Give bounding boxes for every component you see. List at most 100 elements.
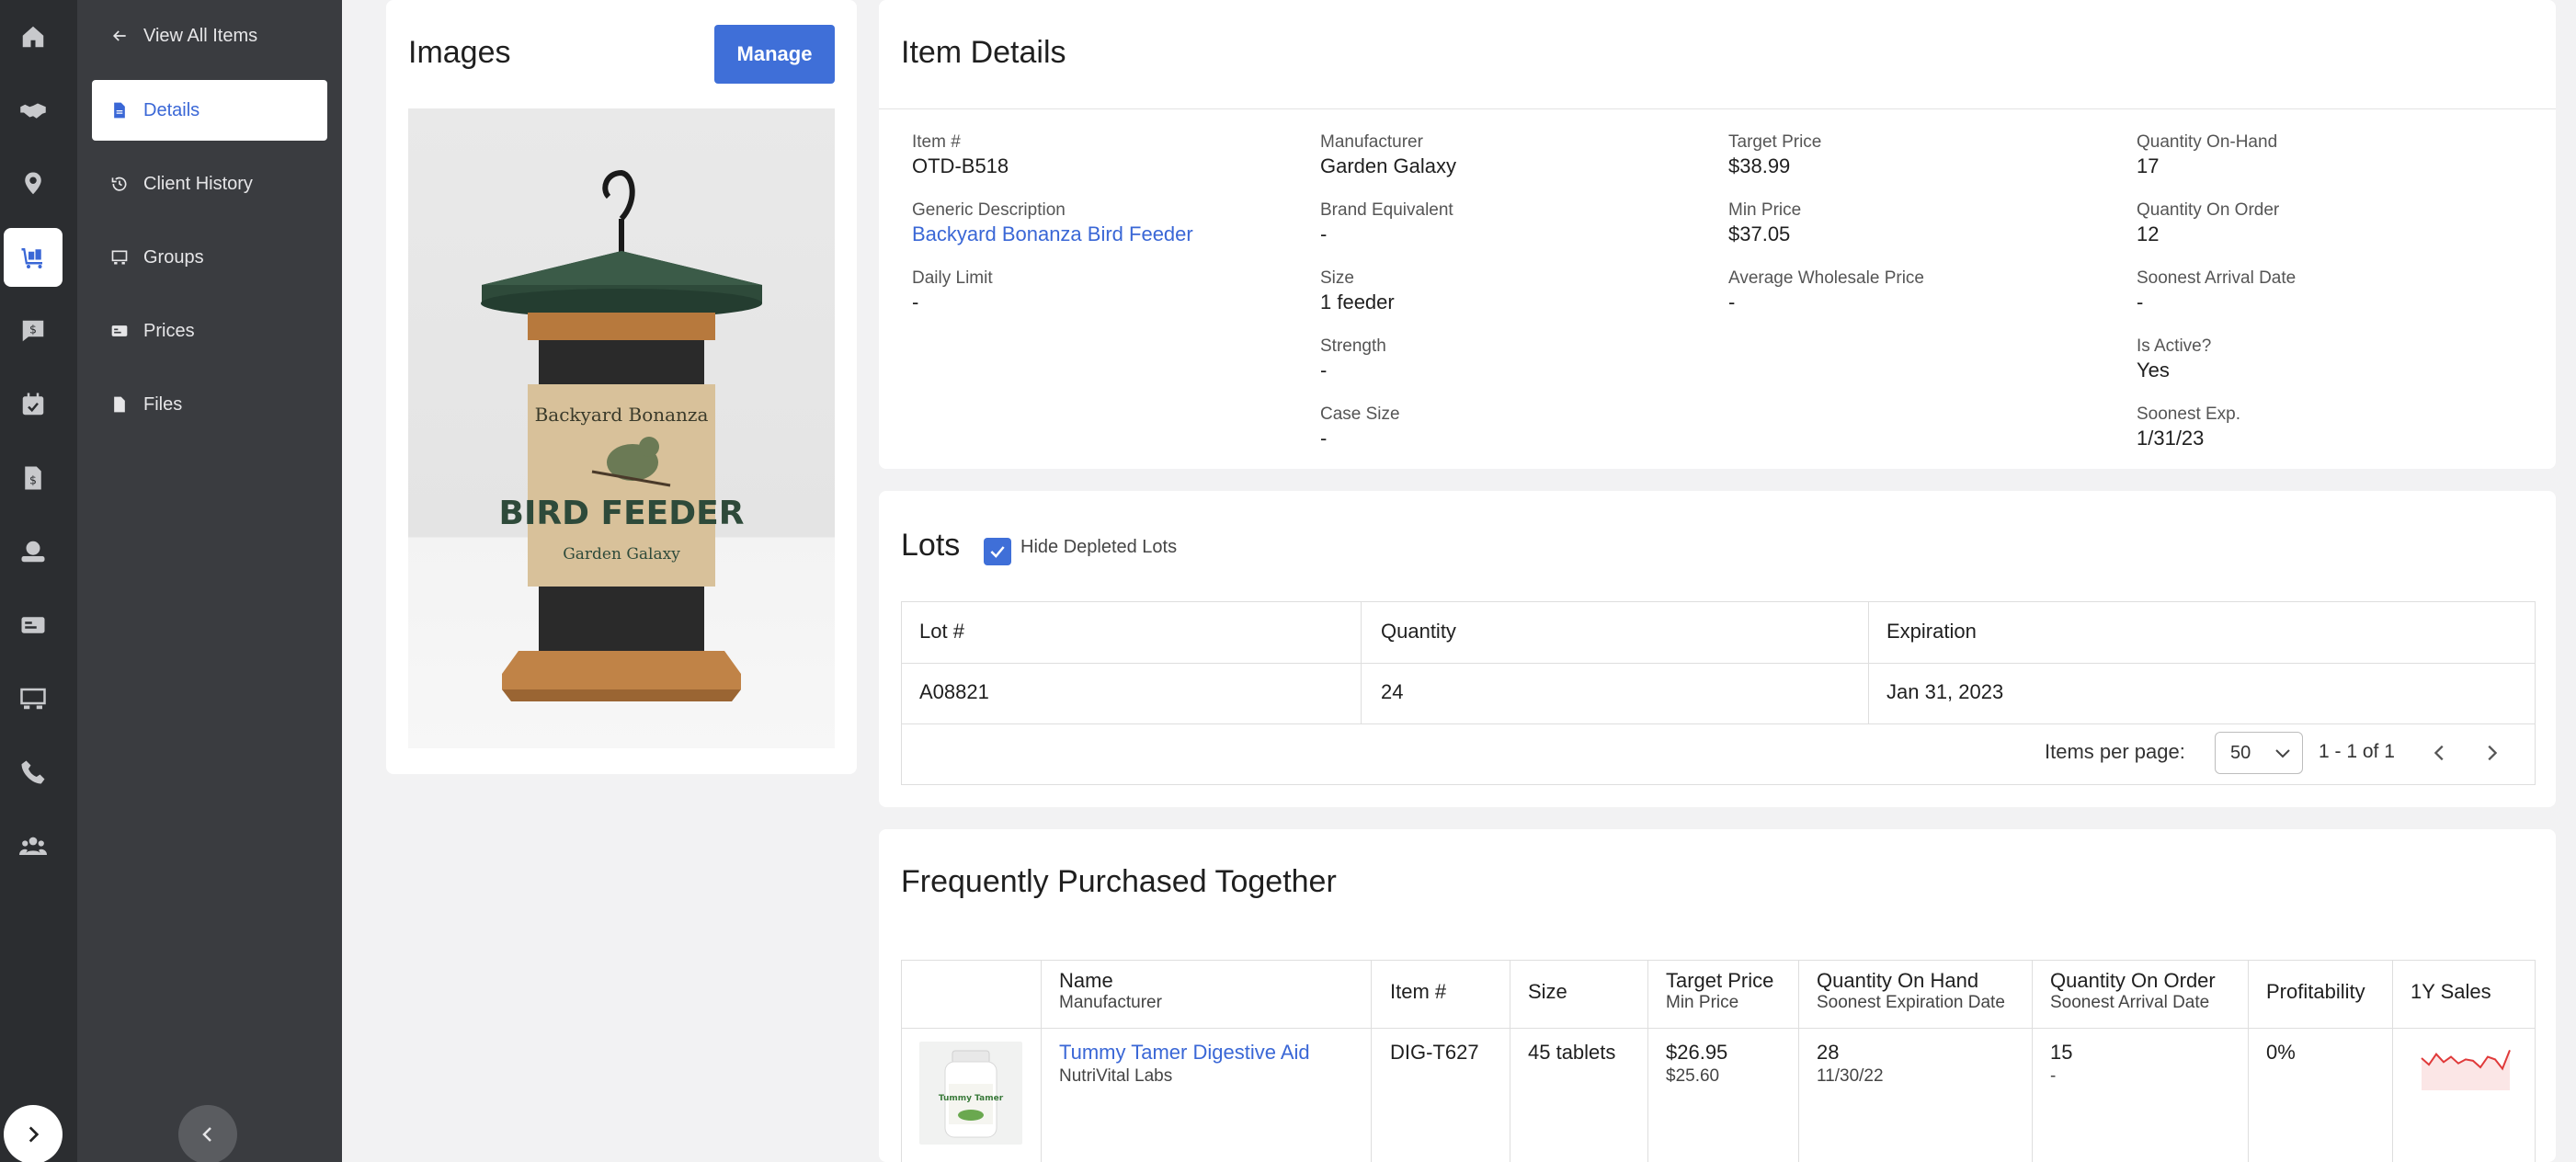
soonest-arrival-date-value: - [2137,290,2144,313]
subnav-item-client-history[interactable]: Client History [92,154,327,214]
size-header[interactable]: Size [1528,980,1567,1004]
soonest-arrival-subheader: Soonest Arrival Date [2050,993,2210,1012]
inventory-cart-icon[interactable] [4,228,63,287]
location-pin-icon[interactable] [4,154,63,213]
view-all-items-link[interactable]: View All Items [92,6,327,66]
home-icon[interactable] [4,7,63,66]
product-name-link[interactable]: Tummy Tamer Digestive Aid [1059,1041,1310,1065]
hide-depleted-lots-checkbox[interactable] [984,538,1011,565]
manufacturer-label: Manufacturer [1320,132,1423,152]
product-manufacturer: NutriVital Labs [1059,1066,1173,1086]
people-icon[interactable] [4,816,63,875]
items-per-page-value: 50 [2230,742,2251,763]
manage-images-button[interactable]: Manage [714,25,835,84]
divider [1041,960,1042,1162]
groups-icon [110,248,143,267]
size-value: 1 feeder [1320,290,1395,313]
manufacturer-subheader: Manufacturer [1059,993,1162,1012]
product-label-main: BIRD FEEDER [499,495,745,532]
lots-card: Lots Hide Depleted Lots Lot # Quantity E… [879,491,2556,807]
item-number-header[interactable]: Item # [1390,980,1446,1004]
sales-1y-header[interactable]: 1Y Sales [2411,980,2491,1004]
collapse-subnav-button[interactable] [178,1105,237,1162]
quantity-header[interactable]: Quantity [1381,620,1456,644]
quantity-on-hand-header[interactable]: Quantity On Hand [1817,969,1978,993]
pagination-range: 1 - 1 of 1 [2319,741,2395,762]
lots-title: Lots [901,528,961,563]
expand-nav-button[interactable] [4,1105,63,1162]
handshake-icon[interactable] [4,81,63,140]
size-label: Size [1320,268,1354,288]
case-size-value: - [1320,427,1328,450]
expiration-header[interactable]: Expiration [1886,620,1977,644]
next-page-button[interactable] [2475,736,2508,769]
card-icon[interactable] [4,596,63,655]
soonest-exp-label: Soonest Exp. [2137,404,2241,424]
history-icon [110,175,143,193]
average-wholesale-price-value: - [1728,290,1736,313]
items-per-page-select[interactable]: 50 [2215,732,2303,774]
subnav-item-groups[interactable]: Groups [92,227,327,288]
subnav-item-details[interactable]: Details [92,80,327,141]
generic-description-label: Generic Description [912,200,1066,220]
generic-description-link[interactable]: Backyard Bonanza Bird Feeder [912,222,1193,246]
divider [1647,960,1648,1162]
subnav-item-label: Details [143,99,200,120]
item-details-title: Item Details [901,35,1066,70]
brand-equivalent-label: Brand Equivalent [1320,200,1453,220]
svg-text:$: $ [29,323,37,336]
file-icon [110,395,143,414]
divider [1868,601,1869,724]
price-tag-icon [110,322,143,340]
strength-label: Strength [1320,336,1386,356]
product-thumbnail[interactable]: Tummy Tamer [919,1042,1022,1145]
min-price-subheader: Min Price [1666,993,1739,1012]
item-number-value: OTD-B518 [912,154,1009,177]
icon-rail: $ $ [0,0,77,1162]
subnav-item-label: Client History [143,173,253,194]
soonest-exp-value: 1/31/23 [2137,427,2205,450]
quantity-on-order-label: Quantity On Order [2137,200,2280,220]
images-title: Images [408,35,511,70]
chevron-left-icon [202,1127,211,1142]
calendar-check-icon[interactable] [4,375,63,434]
subnav-item-label: Groups [143,246,204,268]
divider [1371,960,1372,1162]
manufacturer-value: Garden Galaxy [1320,154,1456,177]
chat-money-icon[interactable]: $ [4,302,63,360]
lot-number-header[interactable]: Lot # [919,620,964,644]
target-price-label: Target Price [1728,132,1822,152]
divider [901,723,2536,724]
checkmark-icon [990,546,1005,558]
document-icon [110,101,143,120]
chevron-left-icon [2434,745,2444,761]
svg-text:$: $ [29,473,37,486]
chevron-right-icon [28,1126,40,1143]
profitability-header[interactable]: Profitability [2266,980,2365,1004]
subnav-item-files[interactable]: Files [92,374,327,435]
thumbnail-label: Tummy Tamer [939,1094,1004,1103]
product-soonest-arrival: - [2050,1066,2057,1086]
divider [2392,960,2393,1162]
divider [2248,960,2249,1162]
target-price-header[interactable]: Target Price [1666,969,1773,993]
quantity-on-order-header[interactable]: Quantity On Order [2050,969,2216,993]
name-header[interactable]: Name [1059,969,1113,993]
divider [879,108,2556,109]
product-label-top: Backyard Bonanza [535,404,709,426]
expiration-cell: Jan 31, 2023 [1886,680,2004,703]
quantity-cell: 24 [1381,680,1404,703]
divider [2032,960,2033,1162]
sales-sparkline [2421,1049,2511,1090]
divider [901,1028,2536,1029]
invoice-icon[interactable]: $ [4,449,63,507]
strength-value: - [1320,359,1328,382]
previous-page-button[interactable] [2423,736,2456,769]
subnav-item-prices[interactable]: Prices [92,301,327,361]
item-number-label: Item # [912,132,961,152]
soonest-expiration-subheader: Soonest Expiration Date [1817,993,2005,1012]
phone-icon[interactable] [4,743,63,802]
chevron-right-icon [2488,745,2498,761]
money-hand-icon[interactable] [4,522,63,581]
storefront-icon[interactable] [4,669,63,728]
